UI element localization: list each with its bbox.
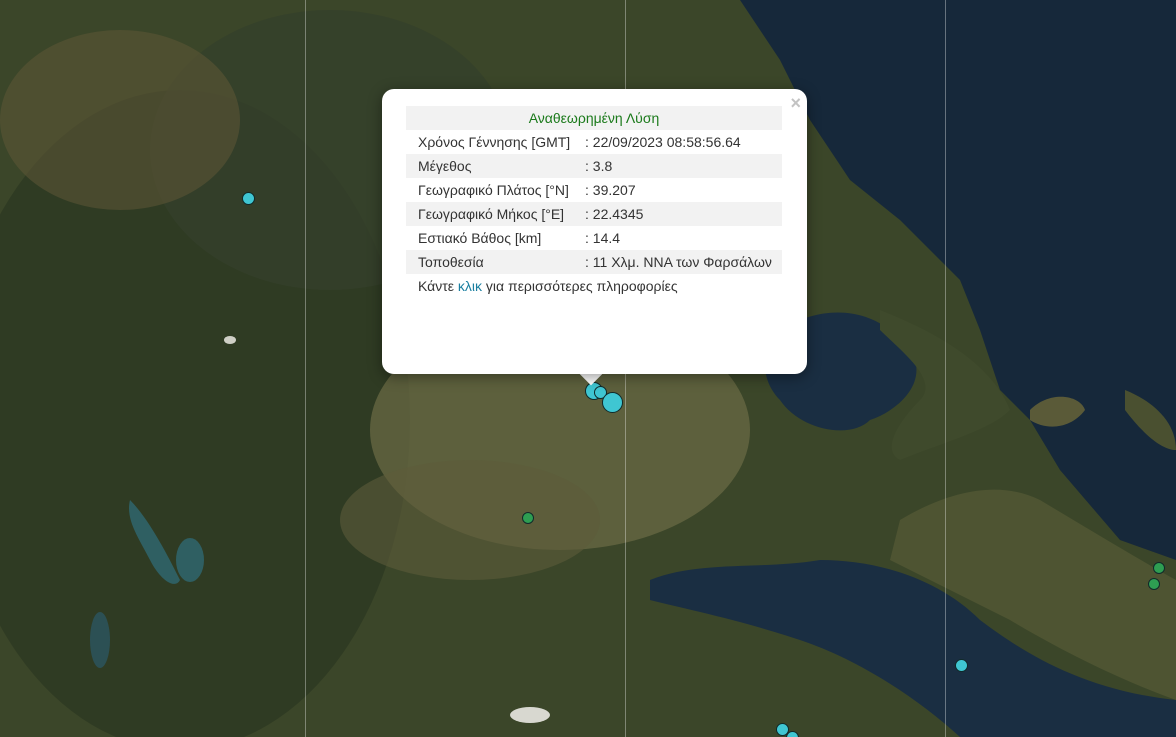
earthquake-marker-icon[interactable] [1148, 578, 1160, 590]
more-info-link[interactable]: κλικ [458, 278, 482, 294]
location-label: Τοποθεσία [406, 250, 584, 274]
latitude-value: : 39.207 [585, 182, 636, 198]
popup-title: Αναθεωρημένη Λύση [406, 106, 782, 130]
table-row: Γεωγραφικό Μήκος [°E] : 22.4345 [406, 202, 782, 226]
depth-value: : 14.4 [585, 230, 621, 246]
origin-time-value: : 22/09/2023 08:58:56.64 [585, 134, 741, 150]
graticule-line [305, 0, 306, 737]
footer-text-before: Κάντε [418, 278, 458, 294]
magnitude-label: Μέγεθος [406, 154, 584, 178]
earthquake-marker-icon[interactable] [955, 659, 968, 672]
earthquake-marker-icon[interactable] [1153, 562, 1165, 574]
earthquake-marker-icon[interactable] [602, 392, 623, 413]
location-value: : 11 Χλμ. ΝΝΑ των Φαρσάλων [584, 250, 782, 274]
latitude-label: Γεωγραφικό Πλάτος [°N] [418, 182, 569, 198]
earthquake-details-table: Χρόνος Γέννησης [GMT] : 22/09/2023 08:58… [406, 130, 782, 274]
footer-text-after: για περισσότερες πληροφορίες [482, 278, 678, 294]
graticule-line [945, 0, 946, 737]
earthquake-marker-icon[interactable] [786, 731, 799, 737]
table-row: Τοποθεσία : 11 Χλμ. ΝΝΑ των Φαρσάλων [406, 250, 782, 274]
table-row: Εστιακό Βάθος [km] : 14.4 [406, 226, 782, 250]
earthquake-marker-icon[interactable] [522, 512, 534, 524]
magnitude-value: : 3.8 [584, 154, 782, 178]
longitude-value: : 22.4345 [584, 202, 782, 226]
origin-time-label: Χρόνος Γέννησης [GMT] [418, 134, 571, 150]
earthquake-info-popup: × Αναθεωρημένη Λύση Χρόνος Γέννησης [GMT… [382, 89, 807, 374]
depth-label: Εστιακό Βάθος [km] [418, 230, 542, 246]
close-icon[interactable]: × [790, 93, 801, 113]
longitude-label: Γεωγραφικό Μήκος [°E] [406, 202, 584, 226]
table-row: Μέγεθος : 3.8 [406, 154, 782, 178]
table-row: Χρόνος Γέννησης [GMT] : 22/09/2023 08:58… [406, 130, 782, 154]
popup-footer: Κάντε κλικ για περισσότερες πληροφορίες [406, 278, 782, 294]
earthquake-marker-icon[interactable] [242, 192, 255, 205]
popup-content: Αναθεωρημένη Λύση Χρόνος Γέννησης [GMT] … [406, 106, 782, 294]
table-row: Γεωγραφικό Πλάτος [°N] : 39.207 [406, 178, 782, 202]
